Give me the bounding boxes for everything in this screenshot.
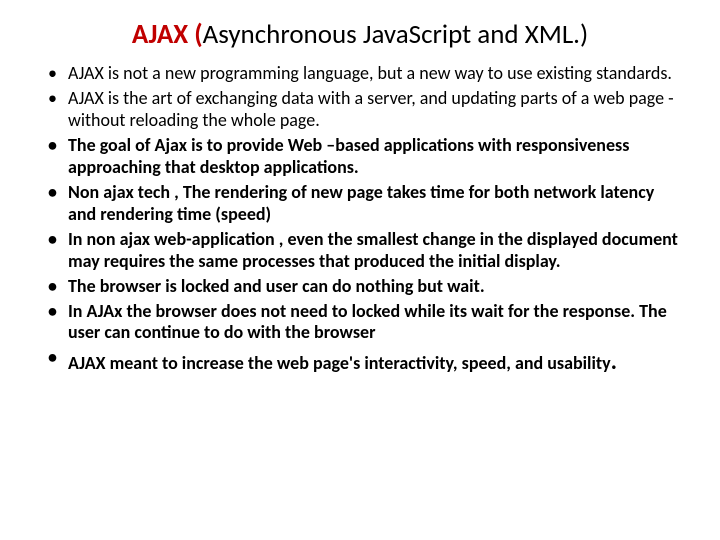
bullet-item: AJAX is not a new programming language, … [40, 63, 680, 85]
bullet-list: AJAX is not a new programming language, … [40, 63, 680, 377]
bullet-item: Non ajax tech , The rendering of new pag… [40, 182, 680, 226]
bullet-text: The browser is locked and user can do no… [68, 275, 485, 297]
bullet-item: AJAX meant to increase the web page's in… [40, 347, 680, 376]
title-rest-part: Asynchronous JavaScript and XML [203, 18, 574, 51]
bullet-item: AJAX is the art of exchanging data with … [40, 88, 680, 132]
slide-title: AJAX (Asynchronous JavaScript and XML.) [40, 18, 680, 51]
bullet-text: AJAX is the art of exchanging data with … [68, 87, 674, 131]
bullet-text: AJAX meant to increase the web page's in… [68, 352, 611, 374]
bullet-item: The browser is locked and user can do no… [40, 276, 680, 298]
title-red-part: AJAX ( [132, 18, 203, 51]
title-closing: .) [573, 18, 588, 51]
bullet-item: In AJAx the browser does not need to loc… [40, 301, 680, 345]
bullet-text: AJAX is not a new programming language, … [68, 62, 672, 84]
bullet-period: . [611, 347, 617, 376]
bullet-item: The goal of Ajax is to provide Web –base… [40, 135, 680, 179]
bullet-text: Non ajax tech , The rendering of new pag… [68, 181, 654, 225]
bullet-text: In AJAx the browser does not need to loc… [68, 300, 667, 344]
bullet-text: The goal of Ajax is to provide Web –base… [68, 134, 629, 178]
bullet-item: In non ajax web-application , even the s… [40, 229, 680, 273]
bullet-text: In non ajax web-application , even the s… [68, 228, 678, 272]
